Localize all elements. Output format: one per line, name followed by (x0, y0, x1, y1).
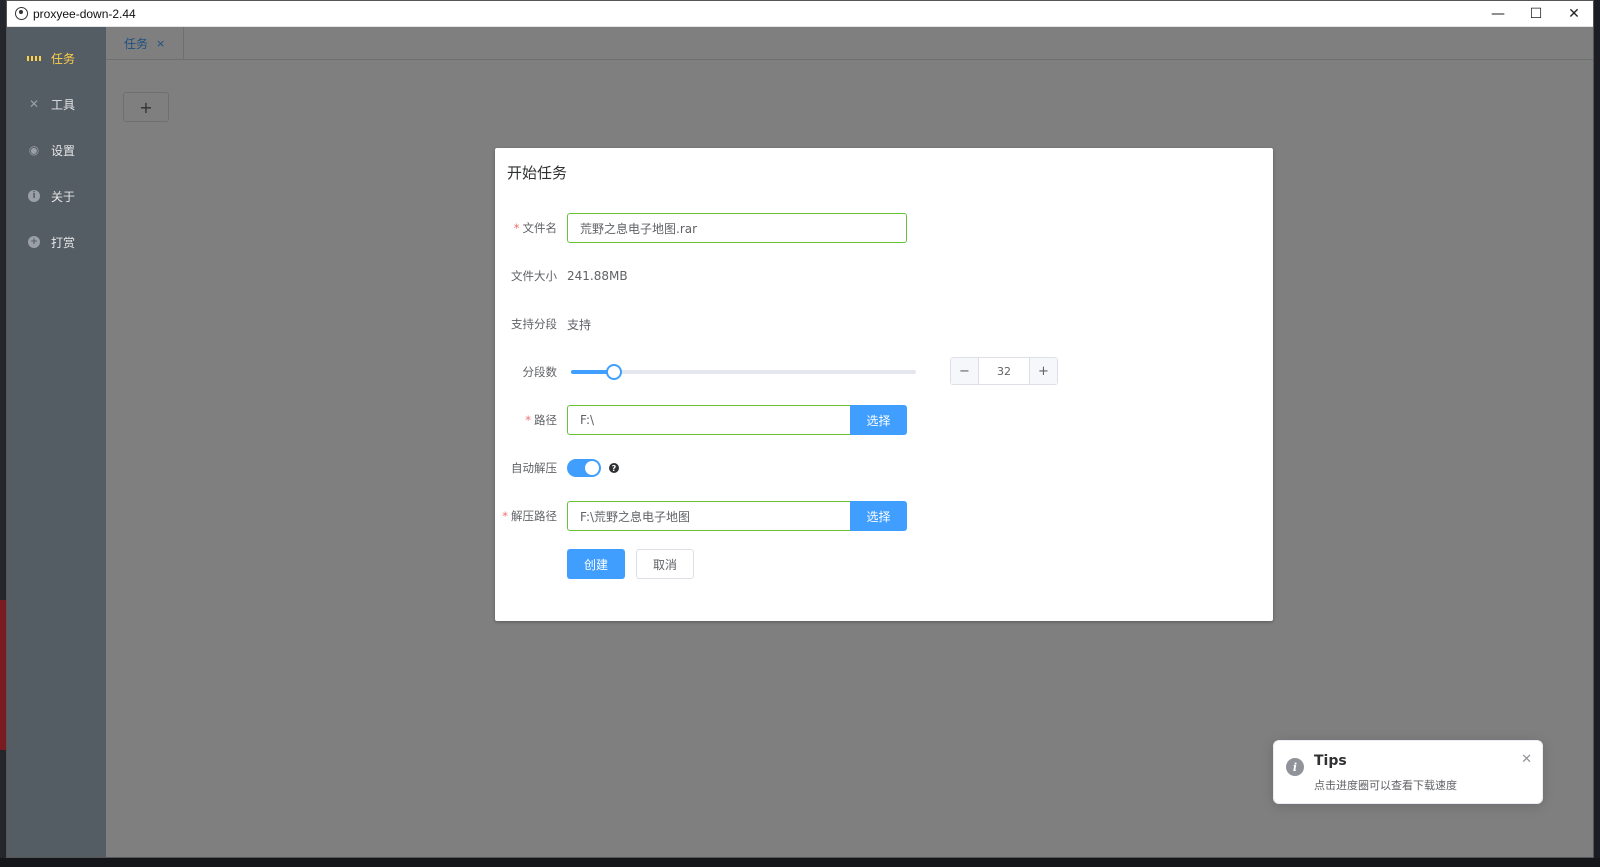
segments-label: 分段数 (522, 365, 558, 379)
filename-label: * 文件名 (513, 221, 557, 235)
sidebar-item-tasks[interactable]: 任务 (7, 35, 106, 81)
increment-button[interactable]: + (1029, 358, 1057, 384)
sidebar-item-label: 任务 (51, 51, 76, 66)
minimize-button[interactable]: — (1479, 1, 1517, 27)
dialog-title: 开始任务 (507, 164, 568, 182)
sidebar-item-settings[interactable]: ◉ 设置 (7, 127, 106, 173)
slider-track (571, 370, 916, 374)
start-task-dialog: 开始任务 * 文件名 荒野之息电子地图.rar 文件大小 241.88MB 支持分… (495, 148, 1273, 621)
sidebar-item-label: 工具 (51, 97, 76, 112)
choose-unzip-path-button[interactable]: 选择 (850, 501, 907, 531)
slider-handle[interactable] (606, 364, 623, 380)
plus-circle-icon: + (27, 235, 41, 249)
segments-slider[interactable] (571, 357, 916, 387)
tips-notification: i Tips 点击进度圈可以查看下载速度 ✕ (1273, 740, 1543, 804)
sidebar-item-tools[interactable]: ✕ 工具 (7, 81, 106, 127)
unzip-path-row: * 解压路径 F:\荒野之息电子地图 选择 (495, 501, 907, 531)
close-icon[interactable]: ✕ (1521, 752, 1532, 767)
notification-title: Tips (1314, 753, 1347, 769)
close-window-button[interactable]: ✕ (1555, 1, 1593, 27)
segments-stepper: − 32 + (950, 357, 1058, 385)
sidebar-item-label: 关于 (51, 189, 76, 204)
create-button[interactable]: 创建 (567, 549, 625, 579)
app-logo-icon (15, 7, 28, 20)
unzip-path-label: * 解压路径 (502, 509, 557, 523)
unzip-path-input-group: F:\荒野之息电子地图 选择 (567, 501, 907, 531)
auto-unzip-toggle[interactable] (567, 459, 601, 477)
settings-icon: ◉ (28, 143, 40, 157)
main-content: 任务 × + 开始任务 *文件名 荒野之息电子地图.rar 文件大小 241.8… (106, 27, 1593, 857)
sidebar-item-about[interactable]: i 关于 (7, 173, 106, 219)
action-row: 创建 取消 (495, 549, 694, 579)
grid-icon (27, 51, 41, 65)
path-label: * 路径 (525, 413, 557, 427)
sidebar-item-label: 打赏 (51, 235, 76, 250)
taskbar-strip (0, 858, 1600, 867)
path-row: * 路径 F:\ 选择 (495, 405, 907, 435)
window-controls: — ☐ ✕ (1479, 1, 1593, 27)
segment-support-label: 支持分段 (511, 317, 557, 331)
notification-message: 点击进度圈可以查看下载速度 (1314, 779, 1457, 792)
help-icon[interactable]: ? (609, 463, 619, 473)
filesize-value: 241.88MB (567, 269, 628, 283)
cancel-button[interactable]: 取消 (636, 549, 694, 579)
auto-unzip-row: 自动解压 ? (495, 453, 619, 483)
sidebar-item-donate[interactable]: + 打赏 (7, 219, 106, 265)
filename-row: * 文件名 荒野之息电子地图.rar (495, 213, 907, 243)
app-body: 任务 ✕ 工具 ◉ 设置 i 关于 + 打赏 任务 (7, 27, 1593, 857)
tools-icon: ✕ (28, 97, 40, 111)
decrement-button[interactable]: − (951, 358, 979, 384)
segment-support-value: 支持 (567, 317, 592, 332)
filesize-row: 文件大小 241.88MB (495, 261, 628, 291)
segments-row: 分段数 − 32 + (495, 357, 1273, 387)
filesize-label: 文件大小 (511, 269, 557, 283)
path-input[interactable]: F:\ (567, 405, 850, 435)
path-input-group: F:\ 选择 (567, 405, 907, 435)
window-title: proxyee-down-2.44 (33, 6, 136, 21)
filename-input[interactable]: 荒野之息电子地图.rar (567, 213, 907, 243)
sidebar-item-label: 设置 (51, 143, 76, 158)
maximize-button[interactable]: ☐ (1517, 1, 1555, 27)
title-bar: proxyee-down-2.44 — ☐ ✕ (7, 1, 1593, 27)
info-icon: i (1286, 758, 1304, 776)
info-icon: i (27, 189, 41, 203)
choose-path-button[interactable]: 选择 (850, 405, 907, 435)
auto-unzip-label: 自动解压 (511, 461, 557, 475)
segment-support-row: 支持分段 支持 (495, 309, 591, 339)
sidebar: 任务 ✕ 工具 ◉ 设置 i 关于 + 打赏 (7, 27, 106, 857)
unzip-path-input[interactable]: F:\荒野之息电子地图 (567, 501, 850, 531)
app-window: proxyee-down-2.44 — ☐ ✕ 任务 ✕ 工具 ◉ 设置 i 关… (6, 0, 1594, 858)
segments-value[interactable]: 32 (979, 358, 1029, 384)
